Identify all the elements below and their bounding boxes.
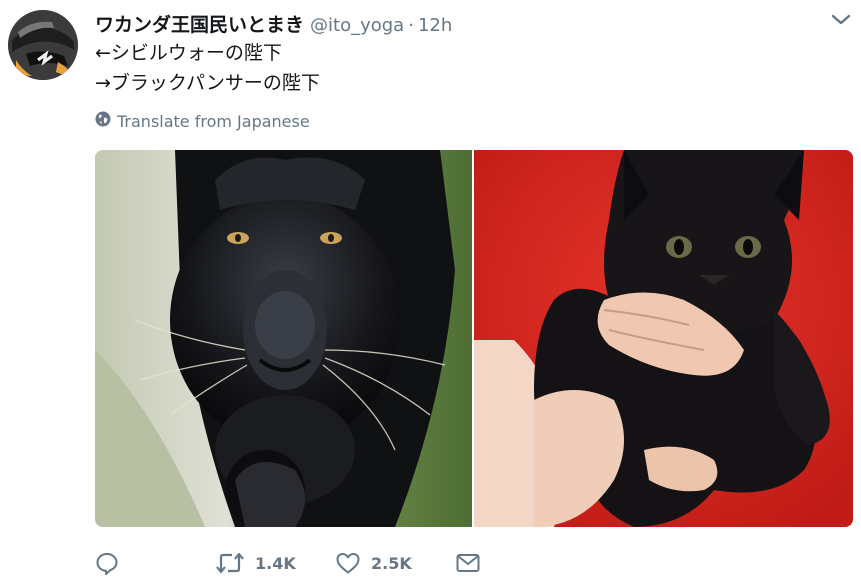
like-button[interactable]: 2.5K	[335, 551, 455, 575]
separator-dot: ·	[408, 15, 414, 36]
photo-black-panther[interactable]	[95, 150, 472, 527]
tweet-header: ワカンダ王国民いとまき @ito_yoga · 12h	[95, 10, 452, 36]
like-count: 2.5K	[371, 553, 412, 573]
avatar[interactable]	[8, 10, 78, 80]
retweet-icon	[215, 551, 245, 575]
tweet-text-line: ←シビルウォーの陛下	[95, 42, 282, 64]
retweet-count: 1.4K	[255, 553, 296, 573]
caret-down-icon[interactable]	[830, 12, 852, 28]
direct-message-icon	[455, 551, 481, 575]
reply-button[interactable]	[95, 551, 215, 575]
photo-black-kitten[interactable]	[474, 150, 853, 527]
translate-label: Translate from Japanese	[117, 111, 310, 131]
tweet-text-line: →ブラックパンサーの陛下	[95, 72, 320, 94]
globe-icon	[95, 111, 117, 131]
direct-message-button[interactable]	[455, 551, 481, 575]
media-grid[interactable]	[95, 150, 853, 527]
translate-link[interactable]: Translate from Japanese	[95, 111, 310, 131]
tweet: ワカンダ王国民いとまき @ito_yoga · 12h ←シビルウォーの陛下 →…	[0, 0, 861, 579]
tweet-actions: 1.4K 2.5K	[95, 548, 481, 578]
tweet-text: ←シビルウォーの陛下 →ブラックパンサーの陛下	[95, 38, 320, 98]
tweet-timestamp[interactable]: 12h	[418, 15, 452, 36]
heart-icon	[335, 551, 361, 575]
display-name[interactable]: ワカンダ王国民いとまき	[95, 10, 304, 37]
reply-icon	[95, 551, 119, 575]
retweet-button[interactable]: 1.4K	[215, 551, 335, 575]
user-handle[interactable]: @ito_yoga	[310, 15, 404, 36]
avatar-image	[8, 10, 78, 80]
